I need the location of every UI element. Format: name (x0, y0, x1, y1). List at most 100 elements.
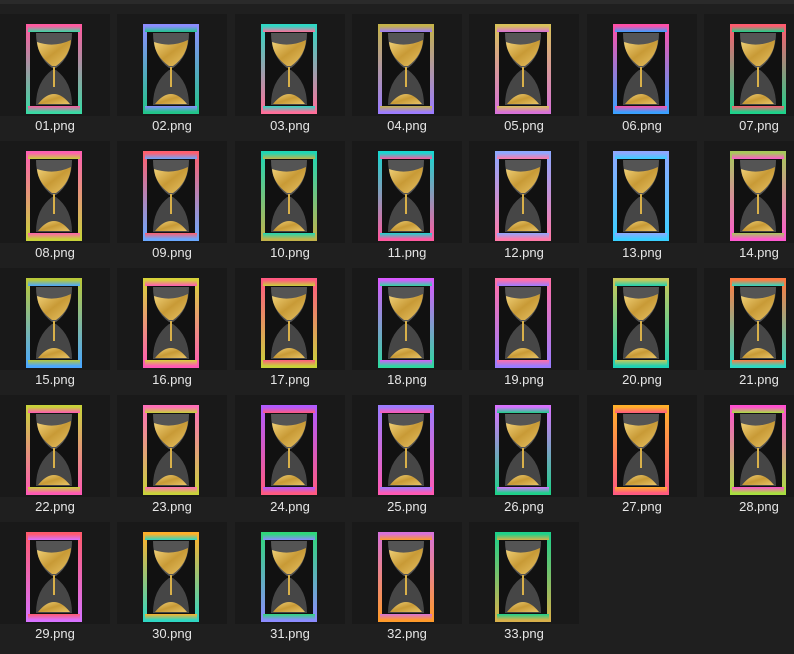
file-name-label[interactable]: 19.png (469, 372, 579, 388)
file-thumbnail[interactable] (117, 141, 227, 243)
file-tile[interactable]: 14.png (704, 141, 794, 267)
file-thumbnail[interactable] (0, 14, 110, 116)
file-name-label[interactable]: 29.png (0, 626, 110, 642)
file-tile[interactable]: 28.png (704, 395, 794, 521)
file-thumbnail[interactable] (704, 141, 794, 243)
file-name-label[interactable]: 22.png (0, 499, 110, 515)
file-tile[interactable]: 19.png (469, 268, 579, 394)
file-tile[interactable]: 22.png (0, 395, 110, 521)
file-tile[interactable]: 03.png (235, 14, 345, 140)
file-tile[interactable]: 09.png (117, 141, 227, 267)
file-name-label[interactable]: 17.png (235, 372, 345, 388)
file-tile[interactable]: 08.png (0, 141, 110, 267)
file-thumbnail[interactable] (352, 141, 462, 243)
file-name-label[interactable]: 28.png (704, 499, 794, 515)
file-tile[interactable]: 12.png (469, 141, 579, 267)
file-tile[interactable]: 20.png (587, 268, 697, 394)
file-name-label[interactable]: 04.png (352, 118, 462, 134)
file-name-label[interactable]: 14.png (704, 245, 794, 261)
file-name-label[interactable]: 18.png (352, 372, 462, 388)
file-name-label[interactable]: 16.png (117, 372, 227, 388)
file-tile[interactable]: 18.png (352, 268, 462, 394)
file-tile[interactable]: 10.png (235, 141, 345, 267)
file-tile[interactable]: 11.png (352, 141, 462, 267)
file-thumbnail[interactable] (704, 268, 794, 370)
file-tile[interactable]: 32.png (352, 522, 462, 648)
file-thumbnail[interactable] (117, 395, 227, 497)
file-tile[interactable]: 17.png (235, 268, 345, 394)
file-name-label[interactable]: 03.png (235, 118, 345, 134)
file-thumbnail[interactable] (235, 14, 345, 116)
file-name-label[interactable]: 26.png (469, 499, 579, 515)
file-name-label[interactable]: 21.png (704, 372, 794, 388)
file-thumbnail[interactable] (587, 14, 697, 116)
file-tile[interactable]: 23.png (117, 395, 227, 521)
file-thumbnail[interactable] (235, 268, 345, 370)
file-thumbnail[interactable] (587, 141, 697, 243)
file-name-label[interactable]: 01.png (0, 118, 110, 134)
file-tile[interactable]: 26.png (469, 395, 579, 521)
file-thumbnail[interactable] (235, 141, 345, 243)
file-name-label[interactable]: 08.png (0, 245, 110, 261)
file-tile[interactable]: 01.png (0, 14, 110, 140)
file-thumbnail[interactable] (587, 268, 697, 370)
file-tile[interactable]: 05.png (469, 14, 579, 140)
file-name-label[interactable]: 02.png (117, 118, 227, 134)
file-name-label[interactable]: 05.png (469, 118, 579, 134)
file-name-label[interactable]: 11.png (352, 245, 462, 261)
file-name-label[interactable]: 27.png (587, 499, 697, 515)
file-tile[interactable]: 02.png (117, 14, 227, 140)
file-name-label[interactable]: 24.png (235, 499, 345, 515)
file-thumbnail[interactable] (469, 141, 579, 243)
file-thumbnail[interactable] (117, 522, 227, 624)
file-thumbnail[interactable] (469, 14, 579, 116)
file-thumbnail[interactable] (117, 14, 227, 116)
file-tile[interactable]: 25.png (352, 395, 462, 521)
file-tile[interactable]: 29.png (0, 522, 110, 648)
file-name-label[interactable]: 20.png (587, 372, 697, 388)
file-tile[interactable]: 16.png (117, 268, 227, 394)
file-thumbnail[interactable] (587, 395, 697, 497)
file-thumbnail[interactable] (235, 522, 345, 624)
file-thumbnail[interactable] (352, 522, 462, 624)
file-thumbnail[interactable] (704, 14, 794, 116)
file-thumbnail[interactable] (0, 395, 110, 497)
file-tile[interactable]: 06.png (587, 14, 697, 140)
file-tile[interactable]: 13.png (587, 141, 697, 267)
file-name-label[interactable]: 23.png (117, 499, 227, 515)
file-thumbnail[interactable] (352, 395, 462, 497)
file-thumbnail[interactable] (704, 395, 794, 497)
file-thumbnail[interactable] (469, 395, 579, 497)
file-tile[interactable]: 30.png (117, 522, 227, 648)
file-name-label[interactable]: 25.png (352, 499, 462, 515)
file-thumbnail[interactable] (352, 14, 462, 116)
file-thumbnail[interactable] (0, 141, 110, 243)
file-tile[interactable]: 21.png (704, 268, 794, 394)
file-name-label[interactable]: 10.png (235, 245, 345, 261)
file-thumbnail[interactable] (469, 268, 579, 370)
file-thumbnail[interactable] (117, 268, 227, 370)
file-name-label[interactable]: 13.png (587, 245, 697, 261)
hourglass-image (495, 405, 551, 495)
file-name-label[interactable]: 06.png (587, 118, 697, 134)
file-thumbnail[interactable] (352, 268, 462, 370)
file-tile[interactable]: 33.png (469, 522, 579, 648)
file-thumbnail[interactable] (0, 522, 110, 624)
file-name-label[interactable]: 31.png (235, 626, 345, 642)
file-name-label[interactable]: 30.png (117, 626, 227, 642)
file-tile[interactable]: 24.png (235, 395, 345, 521)
file-name-label[interactable]: 15.png (0, 372, 110, 388)
file-tile[interactable]: 27.png (587, 395, 697, 521)
file-name-label[interactable]: 32.png (352, 626, 462, 642)
file-name-label[interactable]: 09.png (117, 245, 227, 261)
file-name-label[interactable]: 07.png (704, 118, 794, 134)
file-thumbnail[interactable] (0, 268, 110, 370)
file-name-label[interactable]: 33.png (469, 626, 579, 642)
file-name-label[interactable]: 12.png (469, 245, 579, 261)
file-tile[interactable]: 15.png (0, 268, 110, 394)
file-thumbnail[interactable] (235, 395, 345, 497)
file-thumbnail[interactable] (469, 522, 579, 624)
file-tile[interactable]: 07.png (704, 14, 794, 140)
file-tile[interactable]: 31.png (235, 522, 345, 648)
file-tile[interactable]: 04.png (352, 14, 462, 140)
